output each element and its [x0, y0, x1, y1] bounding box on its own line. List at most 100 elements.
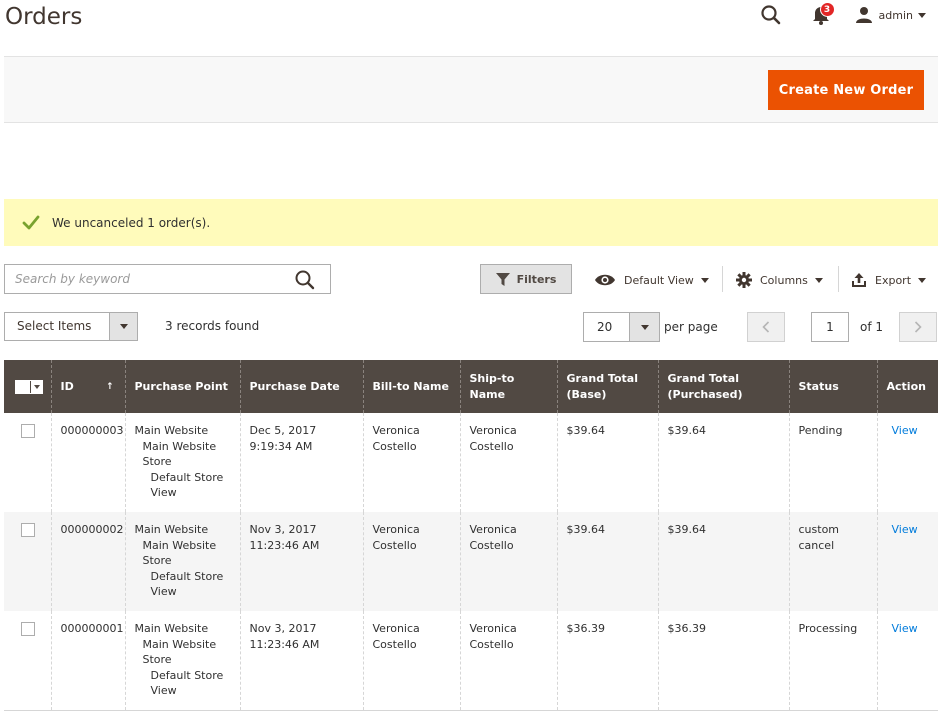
chevron-down-icon	[918, 12, 926, 18]
view-order-link[interactable]: View	[892, 424, 918, 437]
row-checkbox[interactable]	[21, 424, 35, 438]
total-pages-label: of 1	[860, 320, 884, 334]
purchase-point: Main Website Main Website Store Default …	[124, 611, 240, 711]
ship-to-name: Veronica Costello	[459, 611, 557, 711]
ship-to-name: Veronica Costello	[459, 413, 557, 512]
orders-grid: ID ↑ Purchase Point Purchase Date Bill-to…	[4, 360, 938, 711]
column-header-status[interactable]: Status	[788, 360, 877, 413]
order-id: 000000003	[50, 413, 125, 512]
notifications-bell-icon[interactable]: 3	[809, 2, 835, 27]
search-icon[interactable]	[294, 269, 316, 291]
chevron-down-icon	[33, 384, 40, 389]
global-search-icon[interactable]	[759, 3, 783, 27]
bill-to-name: Veronica Costello	[362, 611, 460, 711]
view-order-link[interactable]: View	[892, 622, 918, 635]
purchase-point-store: Main Website Store	[142, 538, 217, 568]
row-checkbox[interactable]	[21, 622, 35, 636]
table-row[interactable]: 000000001 Main Website Main Website Stor…	[4, 611, 938, 711]
row-select-cell	[4, 611, 51, 711]
row-select-cell	[4, 413, 51, 512]
purchase-point-website: Main Website	[134, 622, 209, 635]
mass-actions-label: Select Items	[17, 319, 92, 333]
table-row[interactable]: 000000002 Main Website Main Website Stor…	[4, 512, 938, 611]
keyword-search-input[interactable]	[5, 265, 285, 293]
chevron-down-icon	[640, 324, 649, 330]
purchase-date: Dec 5, 2017 9:19:34 AM	[239, 413, 363, 512]
grand-total-purchased: $39.64	[657, 512, 789, 611]
grand-total-base: $36.39	[556, 611, 658, 711]
grand-total-purchased: $36.39	[657, 611, 789, 711]
column-header-label: ID	[60, 379, 74, 393]
ship-to-name: Veronica Costello	[459, 512, 557, 611]
purchase-point-store: Main Website Store	[142, 439, 217, 469]
row-checkbox[interactable]	[21, 523, 35, 537]
column-header-id[interactable]: ID ↑	[50, 360, 125, 413]
chevron-right-icon	[914, 321, 922, 333]
column-header-ship-to-name[interactable]: Ship-to Name	[459, 360, 557, 413]
current-page-input[interactable]	[811, 312, 849, 342]
records-found-count: 3 records found	[165, 319, 260, 333]
checkmark-icon	[22, 215, 40, 229]
purchase-point-view: Default Store View	[150, 569, 224, 599]
mass-actions-toggle[interactable]	[109, 313, 137, 340]
export-dropdown[interactable]: Export	[851, 270, 927, 290]
view-order-link[interactable]: View	[892, 523, 918, 536]
admin-user-name: admin	[878, 8, 913, 22]
filters-button[interactable]: Filters	[480, 264, 572, 294]
order-status: Pending	[788, 413, 877, 512]
order-status: custom cancel	[788, 512, 877, 611]
grid-header-row: ID ↑ Purchase Point Purchase Date Bill-to…	[4, 360, 938, 413]
per-page-select[interactable]: 20	[583, 312, 660, 342]
toolbar-divider	[838, 266, 839, 292]
action-cell: View	[876, 611, 938, 711]
purchase-point-view: Default Store View	[150, 668, 224, 698]
default-view-dropdown[interactable]: Default View	[594, 270, 709, 290]
mass-select-checkbox[interactable]	[15, 379, 43, 394]
previous-page-button[interactable]	[747, 312, 785, 342]
mass-select-header	[4, 360, 51, 413]
order-id: 000000001	[50, 611, 125, 711]
column-header-grand-total-purchased[interactable]: Grand Total (Purchased)	[657, 360, 789, 413]
column-header-bill-to-name[interactable]: Bill-to Name	[362, 360, 460, 413]
grand-total-base: $39.64	[556, 413, 658, 512]
create-new-order-button[interactable]: Create New Order	[768, 70, 924, 110]
chevron-down-icon	[918, 277, 927, 283]
action-cell: View	[876, 512, 938, 611]
chevron-left-icon	[762, 321, 770, 333]
mass-actions-select[interactable]: Select Items	[4, 312, 138, 341]
per-page-label: per page	[664, 320, 718, 334]
toolbar-divider	[722, 266, 723, 292]
action-cell: View	[876, 413, 938, 512]
grand-total-purchased: $39.64	[657, 413, 789, 512]
table-row[interactable]: 000000003 Main Website Main Website Stor…	[4, 413, 938, 512]
row-select-cell	[4, 512, 51, 611]
page-actions-bar: Create New Order	[4, 56, 938, 123]
column-header-purchase-date[interactable]: Purchase Date	[239, 360, 363, 413]
purchase-point: Main Website Main Website Store Default …	[124, 512, 240, 611]
column-header-grand-total-base[interactable]: Grand Total (Base)	[556, 360, 658, 413]
order-status: Processing	[788, 611, 877, 711]
column-header-purchase-point[interactable]: Purchase Point	[124, 360, 240, 413]
next-page-button[interactable]	[899, 312, 937, 342]
default-view-label: Default View	[624, 273, 694, 287]
bill-to-name: Veronica Costello	[362, 413, 460, 512]
keyword-search-box	[4, 264, 331, 294]
select-all-box[interactable]	[16, 380, 30, 393]
header-actions: 3 admin	[759, 2, 926, 27]
sort-ascending-icon: ↑	[105, 381, 114, 392]
order-id: 000000002	[50, 512, 125, 611]
per-page-toggle[interactable]	[629, 313, 659, 341]
bill-to-name: Veronica Costello	[362, 512, 460, 611]
purchase-point-website: Main Website	[134, 424, 209, 437]
chevron-down-icon	[119, 324, 128, 329]
mass-select-toggle[interactable]	[30, 380, 42, 393]
funnel-icon	[495, 272, 510, 286]
columns-dropdown[interactable]: Columns	[736, 270, 823, 290]
grand-total-base: $39.64	[556, 512, 658, 611]
purchase-point-view: Default Store View	[150, 470, 224, 500]
admin-user-menu[interactable]: admin	[855, 6, 926, 24]
filters-button-label: Filters	[516, 272, 557, 286]
page-title: Orders	[5, 4, 83, 30]
gear-icon	[736, 272, 752, 288]
chevron-down-icon	[814, 277, 823, 283]
